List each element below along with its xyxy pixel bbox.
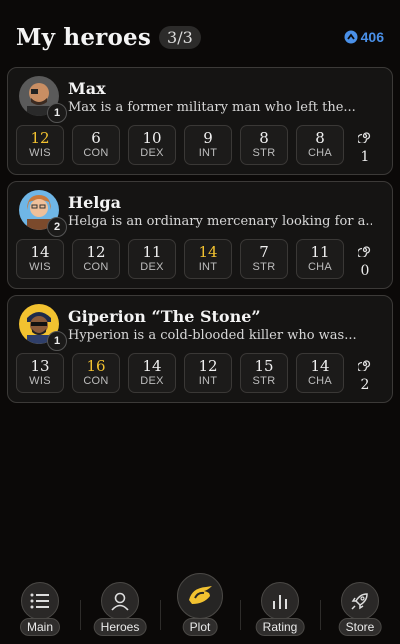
rocket-icon — [341, 582, 379, 620]
stat-int: 12 INT — [184, 353, 232, 393]
balance-value: 406 — [360, 29, 384, 45]
stat-int: 14 INT — [184, 239, 232, 279]
page-header: My heroes 3/3 406 — [16, 22, 384, 52]
bar-chart-icon — [261, 582, 299, 620]
stat-int: 9 INT — [184, 125, 232, 165]
plot-logo-icon — [177, 573, 223, 619]
hero-avatar: 1 — [19, 76, 67, 123]
hero-card-giperion[interactable]: 1 Giperion “The Stone” Hyperion is a col… — [7, 295, 393, 403]
stat-con: 6 CON — [72, 125, 120, 165]
stat-cha: 8 CHA — [296, 125, 344, 165]
currency-balance[interactable]: 406 — [344, 29, 384, 45]
nav-heroes[interactable]: Heroes — [81, 572, 159, 644]
stat-con: 12 CON — [72, 239, 120, 279]
spiral-counter: 2 — [352, 356, 378, 393]
hero-level-badge: 1 — [47, 331, 67, 351]
hero-stats: 13 WIS 16 CON 14 DEX 12 INT 15 STR 14 CHA — [16, 353, 344, 393]
stat-dex: 11 DEX — [128, 239, 176, 279]
stat-cha: 11 CHA — [296, 239, 344, 279]
spiral-icon — [356, 132, 371, 145]
hero-level-badge: 1 — [47, 103, 67, 123]
nav-label: Store — [338, 618, 382, 636]
nav-store[interactable]: Store — [321, 572, 399, 644]
hero-description: Max is a former military man who left th… — [68, 100, 356, 115]
stat-wis: 13 WIS — [16, 353, 64, 393]
hero-level-badge: 2 — [47, 217, 67, 237]
list-icon — [21, 582, 59, 620]
nav-plot[interactable]: Plot — [161, 572, 239, 644]
person-icon — [101, 582, 139, 620]
hero-name: Max — [68, 79, 106, 98]
spiral-icon — [356, 360, 371, 373]
stat-wis: 14 WIS — [16, 239, 64, 279]
nav-main[interactable]: Main — [1, 572, 79, 644]
stat-con: 16 CON — [72, 353, 120, 393]
hero-stats: 14 WIS 12 CON 11 DEX 14 INT 7 STR 11 CHA — [16, 239, 344, 279]
stat-str: 7 STR — [240, 239, 288, 279]
spiral-counter: 0 — [352, 242, 378, 279]
stat-dex: 10 DEX — [128, 125, 176, 165]
coin-icon — [344, 30, 358, 44]
spiral-icon — [356, 246, 371, 259]
hero-description: Hyperion is a cold-blooded killer who wa… — [68, 328, 357, 343]
hero-avatar: 2 — [19, 190, 67, 237]
hero-card-max[interactable]: 1 Max Max is a former military man who l… — [7, 67, 393, 175]
nav-label: Plot — [182, 618, 218, 636]
page-title: My heroes — [16, 23, 152, 51]
stat-str: 15 STR — [240, 353, 288, 393]
hero-description: Helga is an ordinary mercenary looking f… — [68, 214, 372, 229]
stat-wis: 12 WIS — [16, 125, 64, 165]
hero-name: Helga — [68, 193, 121, 212]
nav-label: Heroes — [93, 618, 147, 636]
stat-dex: 14 DEX — [128, 353, 176, 393]
nav-label: Main — [19, 618, 61, 636]
bottom-nav: Main Heroes Plot Rating Store — [0, 572, 400, 644]
hero-count-badge: 3/3 — [159, 25, 201, 49]
hero-name: Giperion “The Stone” — [68, 307, 261, 326]
hero-card-helga[interactable]: 2 Helga Helga is an ordinary mercenary l… — [7, 181, 393, 289]
nav-label: Rating — [255, 618, 305, 636]
stat-str: 8 STR — [240, 125, 288, 165]
stat-cha: 14 CHA — [296, 353, 344, 393]
hero-avatar: 1 — [19, 304, 67, 351]
nav-rating[interactable]: Rating — [241, 572, 319, 644]
spiral-counter: 1 — [352, 128, 378, 165]
hero-stats: 12 WIS 6 CON 10 DEX 9 INT 8 STR 8 CHA — [16, 125, 344, 165]
